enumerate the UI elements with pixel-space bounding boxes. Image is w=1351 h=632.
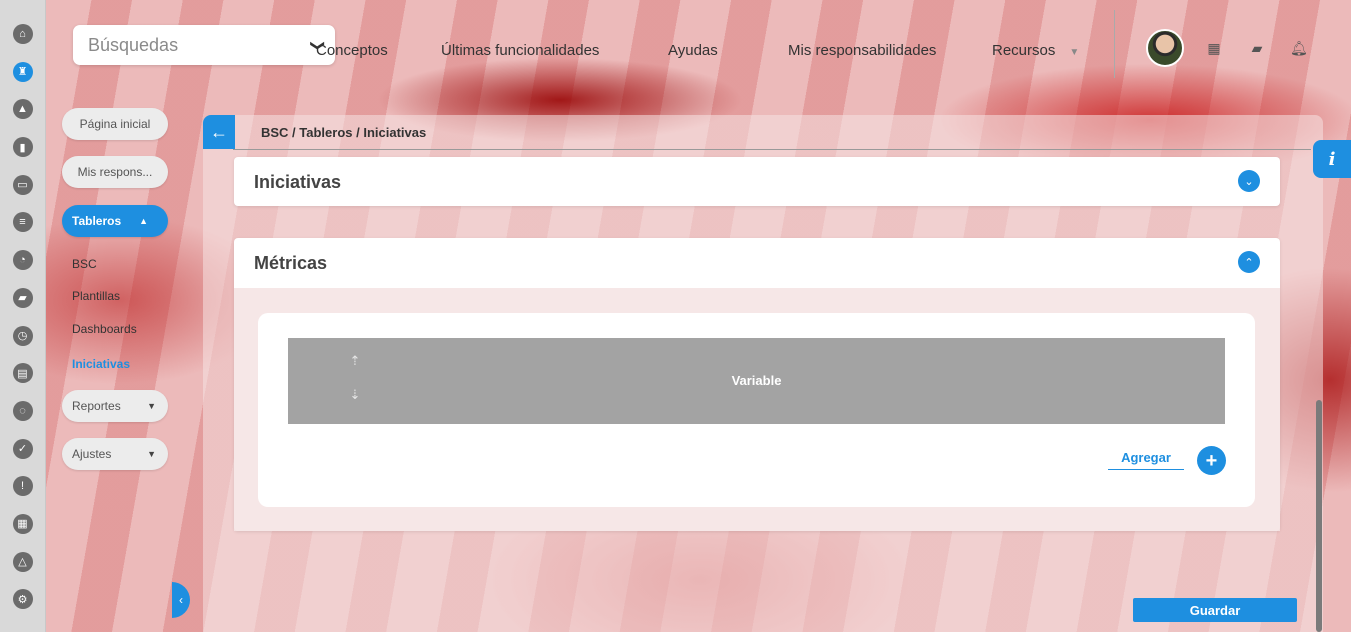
download-icon[interactable]: ⇣	[348, 387, 362, 403]
caret-up-icon: ▲	[139, 216, 149, 226]
sidebar-item-reportes[interactable]: Reportes ▼	[62, 390, 168, 422]
sidebar-item-tableros[interactable]: Tableros ▲	[62, 205, 168, 237]
nav-ultimas-funcionalidades[interactable]: Últimas funcionalidades	[441, 42, 599, 59]
collapse-sidebar-button[interactable]: ‹	[172, 582, 190, 618]
chevron-up-icon[interactable]: ⌃	[1238, 251, 1260, 273]
info-button[interactable]: i	[1313, 140, 1351, 178]
sidebar-subitem-plantillas[interactable]: Plantillas	[72, 289, 120, 303]
sidebar-subitem-bsc[interactable]: BSC	[72, 257, 97, 271]
sidebar-item-ajustes[interactable]: Ajustes ▼	[62, 438, 168, 470]
top-bar: Búsquedas ❯ Conceptos Últimas funcionali…	[56, 10, 1351, 78]
sidebar-item-label: Reportes	[72, 399, 121, 413]
nav-ayudas[interactable]: Ayudas	[668, 42, 718, 59]
sidebar-item-label: Tableros	[72, 214, 122, 228]
variables-table-header: ⇡ ⇣ Variable	[288, 338, 1225, 424]
variables-card: ⇡ ⇣ Variable Agregar +	[258, 313, 1255, 507]
nav-recursos[interactable]: Recursos ▼	[992, 42, 1079, 59]
icon-rail: ⌂ ♜ ▲ ▮ ▭ ≡ ◔ ▰ ◷ ▤ ◌ ✓ ! ▦ △ ⚙	[0, 0, 46, 632]
network-icon[interactable]: △	[12, 551, 33, 572]
folder-icon[interactable]: ▰	[12, 287, 33, 308]
caret-down-icon: ▼	[1069, 47, 1080, 58]
iniciativas-section[interactable]: Iniciativas ⌄	[234, 157, 1280, 206]
save-button[interactable]: Guardar	[1133, 598, 1297, 622]
nav-conceptos[interactable]: Conceptos	[316, 42, 388, 59]
sidebar-item-responsibilities[interactable]: Mis respons...	[62, 156, 168, 188]
back-button[interactable]: ←	[203, 115, 235, 149]
sidebar-subitem-dashboards[interactable]: Dashboards	[72, 322, 137, 336]
check-circle-icon[interactable]: ✓	[12, 438, 33, 459]
section-title: Iniciativas	[254, 172, 342, 192]
caret-down-icon: ▼	[147, 401, 156, 411]
search-dropdown[interactable]: Búsquedas ❯	[73, 25, 335, 65]
column-header-variable: Variable	[731, 373, 782, 388]
main-panel: ← BSC / Tableros / Iniciativas Iniciativ…	[203, 115, 1323, 632]
alert-icon[interactable]: !	[12, 476, 33, 497]
divider	[1114, 10, 1115, 78]
search-label: Búsquedas	[88, 34, 179, 55]
chevron-down-icon[interactable]: ⌄	[1238, 170, 1260, 192]
add-link[interactable]: Agregar	[1108, 450, 1184, 470]
folder-icon[interactable]: ▰	[1249, 40, 1265, 56]
caret-down-icon: ▼	[147, 449, 156, 459]
calendar-icon[interactable]: ▦	[1206, 40, 1222, 56]
nav-mis-responsabilidades[interactable]: Mis responsabilidades	[788, 42, 936, 59]
metricas-section: Métricas ⌃ ⇡ ⇣ Variable Agregar +	[234, 238, 1280, 531]
castle-icon[interactable]: ♜	[12, 61, 33, 82]
pie-chart-icon[interactable]: ◔	[12, 250, 33, 271]
clock-icon[interactable]: ◷	[12, 325, 33, 346]
scrollbar[interactable]	[1316, 400, 1322, 632]
avatar[interactable]	[1146, 29, 1184, 67]
sidebar-item-label: Ajustes	[72, 447, 112, 461]
nav-recursos-label: Recursos	[992, 42, 1056, 59]
panel-header: ← BSC / Tableros / Iniciativas	[203, 115, 1323, 149]
sliders-icon[interactable]: ≡	[12, 212, 33, 233]
bell-icon[interactable]: 🔔︎	[1290, 40, 1308, 56]
bar-chart-icon[interactable]: ▮	[12, 137, 33, 158]
divider	[233, 149, 1311, 150]
sidebar-subitem-iniciativas[interactable]: Iniciativas	[72, 357, 130, 371]
home-icon[interactable]: ⌂	[12, 24, 33, 44]
metricas-body: ⇡ ⇣ Variable Agregar +	[234, 288, 1280, 531]
add-button[interactable]: +	[1197, 446, 1226, 475]
upload-icon[interactable]: ⇡	[348, 353, 362, 369]
document-icon[interactable]: ▤	[12, 363, 33, 384]
warning-triangle-icon[interactable]: ▲	[12, 99, 33, 120]
calendar-icon[interactable]: ▦	[12, 513, 33, 534]
gear-icon[interactable]: ⚙	[12, 589, 33, 610]
cycle-icon[interactable]: ◌	[12, 400, 33, 421]
breadcrumb: BSC / Tableros / Iniciativas	[261, 124, 427, 140]
presentation-icon[interactable]: ▭	[12, 174, 33, 195]
section-title: Métricas	[254, 253, 328, 273]
sidebar-item-home[interactable]: Página inicial	[62, 108, 168, 140]
